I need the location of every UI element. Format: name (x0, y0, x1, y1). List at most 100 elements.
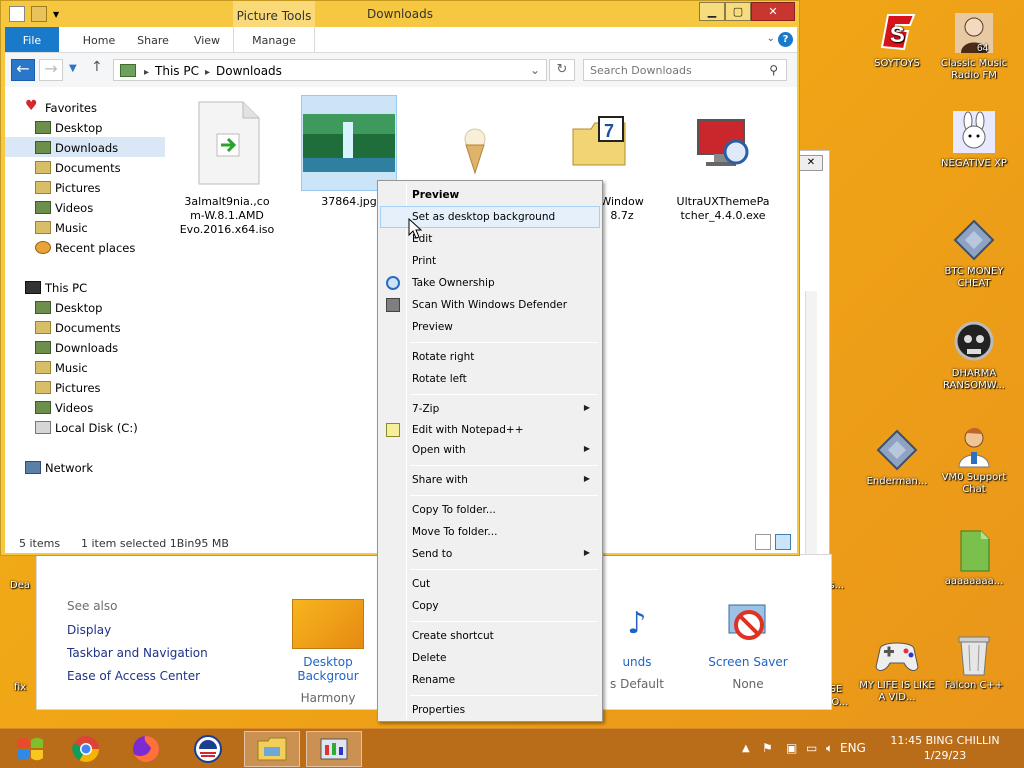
menu-item-share-with[interactable]: Share with ▶ (380, 469, 600, 491)
menu-item-take-ownership[interactable]: Take Ownership (380, 272, 600, 294)
nav-pc-music[interactable]: Music (5, 357, 165, 377)
network-status-icon[interactable]: ▣ (786, 741, 797, 755)
desktop-icon-dharma-ransomware[interactable]: DHARMA RANSOMW... (932, 318, 1016, 392)
file-item[interactable] (427, 125, 523, 179)
start-button[interactable] (2, 731, 58, 767)
system-clock[interactable]: 11:45 BING CHILLIN 1/29/23 (870, 733, 1020, 763)
desktop-icon-negative-xp[interactable]: NEGATIVE XP (932, 108, 1016, 170)
menu-item-7zip[interactable]: 7-Zip ▶ (380, 398, 600, 420)
menu-item-move-to-folder[interactable]: Move To folder... (380, 521, 600, 543)
nav-pc-documents[interactable]: Documents (5, 317, 165, 337)
refresh-button[interactable]: ↻ (549, 59, 575, 81)
minimize-button[interactable]: ▁ (699, 2, 725, 21)
forward-button[interactable]: → (39, 59, 63, 81)
breadcrumb-separator-icon[interactable]: ▸ (205, 67, 210, 78)
tab-file[interactable]: File (5, 27, 59, 52)
file-item[interactable]: UltraUXThemePa tcher_4.4.0.exe (675, 95, 771, 223)
menu-item-rename[interactable]: Rename (380, 669, 600, 691)
desktop-icon-classic-music-radio[interactable]: 64 Classic Music Radio FM (932, 8, 1016, 82)
link-display[interactable]: Display (67, 623, 217, 637)
taskbar-obama-app[interactable] (180, 731, 236, 767)
desktop-icon-fix[interactable]: fix (0, 682, 40, 694)
desktop-icon-aaaaaaaa[interactable]: aaaaaaaa... (932, 526, 1016, 588)
menu-item-copy[interactable]: Copy (380, 595, 600, 617)
nav-pc-local-disk[interactable]: Local Disk (C:) (5, 417, 165, 437)
menu-item-cut[interactable]: Cut (380, 573, 600, 595)
nav-fav-desktop[interactable]: Desktop (5, 117, 165, 137)
ribbon-expand-icon[interactable]: ⌄ (767, 33, 775, 44)
desktop-icon-dea[interactable]: Dea (0, 580, 40, 592)
menu-item-delete[interactable]: Delete (380, 647, 600, 669)
action-center-flag-icon[interactable]: ⚑ (762, 741, 773, 755)
background-window-scrollbar[interactable] (805, 291, 817, 591)
menu-item-copy-to-folder[interactable]: Copy To folder... (380, 499, 600, 521)
nav-network[interactable]: Network (5, 457, 165, 477)
desktop-icon-soytoys[interactable]: S SOYTOYS (855, 8, 939, 70)
nav-fav-downloads[interactable]: Downloads (5, 137, 165, 157)
nav-favorites[interactable]: ♥ Favorites (5, 97, 165, 117)
file-item[interactable]: 3almalt9nia.,co m-W.8.1.AMD Evo.2016.x64… (179, 95, 275, 237)
nav-fav-recent-places[interactable]: Recent places (5, 237, 165, 257)
nav-fav-videos[interactable]: Videos (5, 197, 165, 217)
details-view-icon[interactable] (755, 534, 771, 550)
menu-item-edit-notepadpp[interactable]: Edit with Notepad++ (380, 419, 600, 441)
nav-fav-pictures[interactable]: Pictures (5, 177, 165, 197)
address-dropdown-icon[interactable]: ⌄ (530, 63, 540, 77)
power-icon[interactable]: ▭ (806, 741, 817, 755)
menu-item-print[interactable]: Print (380, 250, 600, 272)
link-ease-of-access[interactable]: Ease of Access Center (67, 669, 217, 683)
desktop-icon-falcon-cpp[interactable]: Falcon C++ (932, 630, 1016, 692)
search-icon[interactable]: ⚲ (769, 63, 778, 77)
breadcrumb-separator-icon[interactable]: ▸ (144, 67, 149, 78)
maximize-button[interactable]: ▢ (725, 2, 751, 21)
address-bar[interactable]: ▸ This PC ▸ Downloads ⌄ (113, 59, 547, 81)
close-button[interactable]: ✕ (751, 2, 795, 21)
breadcrumb-downloads[interactable]: Downloads (216, 64, 282, 78)
menu-item-create-shortcut[interactable]: Create shortcut (380, 625, 600, 647)
tab-view[interactable]: View (181, 27, 233, 52)
desktop-icon-label: Classic Music Radio FM (940, 58, 1008, 81)
up-arrow-icon[interactable]: ↑ (91, 59, 105, 81)
menu-item-preview[interactable]: Preview (380, 184, 600, 206)
tab-manage[interactable]: Manage (233, 27, 315, 52)
screen-saver-setting[interactable]: Screen Saver None (703, 599, 793, 691)
desktop-icon-btc-money-cheat[interactable]: BTC MONEY CHEAT (932, 216, 1016, 290)
menu-item-preview-2[interactable]: Preview (380, 316, 600, 338)
desktop-icon-vm0-support-chat[interactable]: VM0 Support Chat (932, 422, 1016, 496)
volume-icon[interactable]: 🔈︎ (826, 741, 833, 756)
nav-fav-music[interactable]: Music (5, 217, 165, 237)
large-icons-view-icon[interactable] (775, 534, 791, 550)
taskbar-chrome[interactable] (58, 731, 114, 767)
desktop-icon-enderman[interactable]: Enderman... (855, 426, 939, 488)
menu-item-send-to[interactable]: Send to ▶ (380, 543, 600, 565)
show-hidden-icons-icon[interactable]: ▲ (742, 743, 750, 754)
taskbar-control-panel[interactable] (306, 731, 362, 767)
nav-pc-videos[interactable]: Videos (5, 397, 165, 417)
nav-fav-documents[interactable]: Documents (5, 157, 165, 177)
menu-item-properties[interactable]: Properties (380, 699, 600, 721)
help-icon[interactable]: ? (778, 32, 793, 47)
link-taskbar-navigation[interactable]: Taskbar and Navigation (67, 646, 217, 660)
taskbar-firefox[interactable] (118, 731, 174, 767)
language-indicator[interactable]: ENG (838, 741, 866, 755)
breadcrumb-this-pc[interactable]: This PC (155, 64, 199, 78)
title-bar[interactable]: ▼ Picture Tools Downloads ▁ ▢ ✕ (1, 1, 799, 27)
nav-pc-desktop[interactable]: Desktop (5, 297, 165, 317)
recent-locations-icon[interactable]: ▼ (69, 63, 81, 85)
desktop-icon-my-life-is-like-a-video[interactable]: MY LIFE IS LIKE A VID... (855, 630, 939, 704)
back-button[interactable]: ← (11, 59, 35, 81)
menu-item-rotate-left[interactable]: Rotate left (380, 368, 600, 390)
desktop-background-setting[interactable]: Desktop Backgrour Harmony (273, 599, 383, 705)
tab-share[interactable]: Share (125, 27, 181, 52)
menu-item-open-with[interactable]: Open with ▶ (380, 439, 600, 461)
menu-item-scan-defender[interactable]: Scan With Windows Defender (380, 294, 600, 316)
menu-item-rotate-right[interactable]: Rotate right (380, 346, 600, 368)
search-input[interactable]: Search Downloads ⚲ (583, 59, 787, 81)
taskbar-file-explorer[interactable] (244, 731, 300, 767)
close-icon[interactable]: ✕ (799, 155, 823, 171)
tab-home[interactable]: Home (71, 27, 127, 52)
nav-pc-pictures[interactable]: Pictures (5, 377, 165, 397)
sounds-setting[interactable]: ♪ unds s Default (597, 599, 677, 691)
nav-this-pc[interactable]: This PC (5, 277, 165, 297)
nav-pc-downloads[interactable]: Downloads (5, 337, 165, 357)
